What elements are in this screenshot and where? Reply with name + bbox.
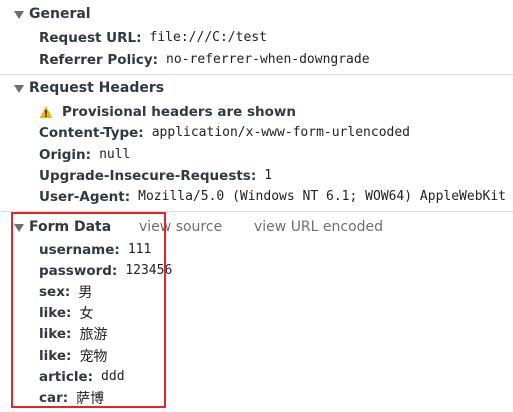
triangle-down-icon[interactable]	[14, 10, 24, 19]
origin-row: Origin: null	[39, 144, 130, 165]
upgrade-insecure-value: 1	[264, 168, 273, 183]
user-agent-key: User-Agent:	[39, 188, 131, 205]
request-url-row: Request URL: file:///C:/test	[39, 27, 267, 48]
upgrade-insecure-key: Upgrade-Insecure-Requests:	[39, 167, 257, 184]
origin-key: Origin:	[39, 146, 92, 163]
user-agent-value: Mozilla/5.0 (Windows NT 6.1; WOW64) Appl…	[138, 189, 507, 204]
upgrade-insecure-row: Upgrade-Insecure-Requests: 1	[39, 165, 272, 186]
user-agent-row: User-Agent: Mozilla/5.0 (Windows NT 6.1;…	[39, 186, 506, 207]
section-general-title: General	[29, 6, 91, 22]
section-general-header[interactable]: General	[0, 3, 513, 25]
content-type-key: Content-Type:	[39, 124, 144, 141]
triangle-down-icon[interactable]	[14, 84, 24, 93]
referrer-policy-row: Referrer Policy: no-referrer-when-downgr…	[39, 49, 370, 70]
divider	[0, 74, 513, 75]
view-url-encoded-link[interactable]: view URL encoded	[254, 216, 383, 238]
provisional-warning-row: Provisional headers are shown	[39, 101, 296, 122]
referrer-policy-value: no-referrer-when-downgrade	[166, 52, 370, 67]
provisional-warning-text: Provisional headers are shown	[62, 103, 296, 120]
section-request-headers-header[interactable]: Request Headers	[0, 77, 513, 99]
content-type-row: Content-Type: application/x-www-form-url…	[39, 122, 410, 143]
form-data-highlight-box	[11, 212, 166, 408]
request-url-value: file:///C:/test	[149, 30, 267, 45]
origin-value: null	[99, 147, 131, 162]
section-request-headers-title: Request Headers	[29, 80, 165, 96]
referrer-policy-key: Referrer Policy:	[39, 51, 159, 68]
warning-icon	[39, 105, 53, 118]
request-url-key: Request URL:	[39, 29, 142, 46]
content-type-value: application/x-www-form-urlencoded	[151, 125, 410, 140]
